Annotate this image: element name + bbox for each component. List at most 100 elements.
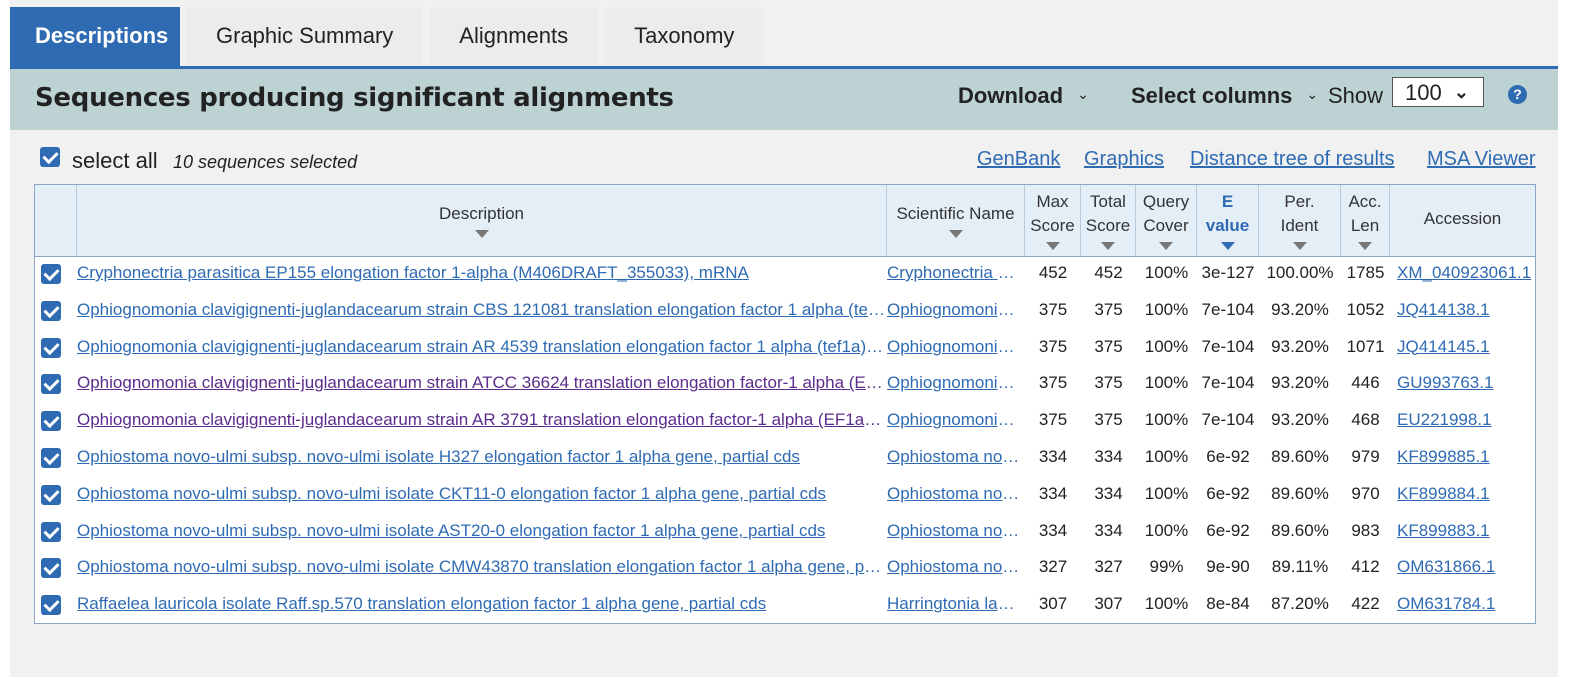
scientific-name-link[interactable]: Harringtonia lauricola [887,587,1023,624]
accession-link[interactable]: EU221998.1 [1397,403,1533,440]
header-ident-label: Per. [1284,192,1315,211]
description-link[interactable]: Cryphonectria parasitica EP155 elongatio… [77,256,885,293]
len-value: 422 [1351,594,1380,614]
scientific-name-link[interactable]: Ophiognomonia clavigignenti-juglandacear… [887,293,1023,330]
scientific-name-link[interactable]: Ophiostoma novo-ulmi subsp. novo-ulmi [887,514,1023,551]
total-value: 334 [1094,483,1123,503]
selected-count: 10 sequences selected [173,152,358,172]
row-checkbox[interactable] [41,337,61,358]
header-scientific-name[interactable]: Scientific Name [887,185,1025,256]
header-per-ident[interactable]: Per. Ident [1259,185,1341,256]
accession-link[interactable]: KF899883.1 [1397,514,1533,551]
header-description[interactable]: Description [77,185,887,256]
total-value: 375 [1094,410,1123,430]
ident-value: 93.20% [1271,299,1329,319]
chevron-down-icon: ⌄ [1077,86,1089,102]
scientific-name-link[interactable]: Ophiostoma novo-ulmi subsp. novo-ulmi [887,440,1023,477]
accession-link[interactable]: OM631784.1 [1397,587,1533,624]
sort-triangle-icon [1220,242,1235,250]
accession-link[interactable]: JQ414138.1 [1397,293,1533,330]
sort-triangle-icon [948,230,963,238]
select-columns-menu[interactable]: Select columns ⌄ [1131,83,1318,109]
tab-taxonomy[interactable]: Taxonomy [604,7,765,67]
description-link[interactable]: Raffaelea lauricola isolate Raff.sp.570 … [77,587,885,624]
cover-value: 100% [1144,263,1189,282]
ident-value: 93.20% [1271,410,1329,430]
scientific-name-link[interactable]: Ophiostoma novo-ulmi subsp. novo-ulmi [887,550,1023,587]
description-link[interactable]: Ophiognomonia clavigignenti-juglandacear… [77,403,885,440]
ident-value: 93.20% [1271,373,1329,393]
header-acc-len[interactable]: Acc. Len [1341,185,1390,256]
download-label: Download [958,83,1064,108]
row-checkbox[interactable] [41,411,61,432]
len-value: 970 [1351,483,1380,503]
scientific-name-link[interactable]: Ophiognomonia clavigignenti-juglandacear… [887,330,1023,367]
show-count-select[interactable]: 100 ⌄ [1392,77,1484,107]
distance-tree-link[interactable]: Distance tree of results [1190,148,1395,171]
cover-value: 99% [1149,557,1184,577]
sort-triangle-icon [1358,242,1372,250]
sort-triangle-icon [474,230,489,238]
accession-link[interactable]: JQ414145.1 [1397,330,1533,367]
description-link[interactable]: Ophiostoma novo-ulmi subsp. novo-ulmi is… [77,550,885,587]
description-link[interactable]: Ophiognomonia clavigignenti-juglandacear… [77,366,885,403]
msa-viewer-link[interactable]: MSA Viewer [1427,148,1536,171]
total-value: 327 [1094,557,1123,577]
len-value: 446 [1351,373,1380,393]
evalue-value: 3e-127 [1201,263,1255,282]
accession-link[interactable]: KF899884.1 [1397,477,1533,514]
scientific-name-link[interactable]: Ophiognomonia clavigignenti-juglandacear… [887,366,1023,403]
tab-graphic-summary[interactable]: Graphic Summary [186,7,424,67]
row-checkbox[interactable] [41,374,61,395]
row-checkbox[interactable] [41,521,61,542]
scientific-name-link[interactable]: Ophiostoma novo-ulmi subsp. novo-ulmi [887,477,1023,514]
row-checkbox[interactable] [41,558,61,579]
table-row: Ophiognomonia clavigignenti-juglandacear… [35,330,1535,367]
cover-value: 100% [1144,373,1189,393]
header-query-cover[interactable]: Query Cover [1136,185,1197,256]
max-value: 327 [1038,557,1068,577]
genbank-link[interactable]: GenBank [977,148,1060,171]
total-value: 375 [1094,299,1123,319]
evalue-value: 7e-104 [1201,299,1255,319]
max-value: 375 [1038,410,1068,430]
accession-link[interactable]: GU993763.1 [1397,366,1533,403]
description-link[interactable]: Ophiognomonia clavigignenti-juglandacear… [77,293,885,330]
help-icon[interactable]: ? [1508,85,1527,104]
header-max-score[interactable]: Max Score [1025,185,1081,256]
accession-link[interactable]: OM631866.1 [1397,550,1533,587]
header-e-value[interactable]: E value [1197,185,1259,256]
row-checkbox[interactable] [41,484,61,505]
tab-descriptions[interactable]: Descriptions [10,7,180,67]
chevron-down-icon: ⌄ [1306,86,1319,102]
total-value: 375 [1094,373,1123,393]
row-checkbox[interactable] [41,448,61,468]
header-ident-label2: Ident [1280,216,1319,235]
chevron-down-icon: ⌄ [1453,82,1469,102]
scientific-name-link[interactable]: Cryphonectria parasitica EP155 [887,256,1023,293]
header-acclen-label2: Len [1350,216,1380,235]
description-link[interactable]: Ophiostoma novo-ulmi subsp. novo-ulmi is… [77,514,885,551]
description-link[interactable]: Ophiostoma novo-ulmi subsp. novo-ulmi is… [77,440,885,477]
tab-alignments[interactable]: Alignments [429,7,599,67]
accession-link[interactable]: XM_040923061.1 [1397,256,1533,293]
max-value: 334 [1038,447,1068,466]
graphics-link[interactable]: Graphics [1084,148,1164,171]
scientific-name-link[interactable]: Ophiognomonia clavigignenti-juglandacear… [887,403,1023,440]
download-menu[interactable]: Download ⌄ [958,83,1089,109]
select-all-checkbox[interactable] [40,147,60,167]
evalue-value: 6e-92 [1206,483,1250,503]
header-total-label2: Score [1085,216,1131,235]
cover-value: 100% [1144,447,1189,466]
header-description-label: Description [438,204,525,223]
row-checkbox[interactable] [41,300,61,321]
total-value: 375 [1094,336,1123,356]
table-row: Cryphonectria parasitica EP155 elongatio… [35,256,1535,293]
row-checkbox[interactable] [41,595,61,616]
header-total-score[interactable]: Total Score [1081,185,1136,256]
description-link[interactable]: Ophiognomonia clavigignenti-juglandacear… [77,330,885,367]
header-accession[interactable]: Accession [1390,185,1535,256]
row-checkbox[interactable] [41,264,61,284]
accession-link[interactable]: KF899885.1 [1397,440,1533,477]
description-link[interactable]: Ophiostoma novo-ulmi subsp. novo-ulmi is… [77,477,885,514]
